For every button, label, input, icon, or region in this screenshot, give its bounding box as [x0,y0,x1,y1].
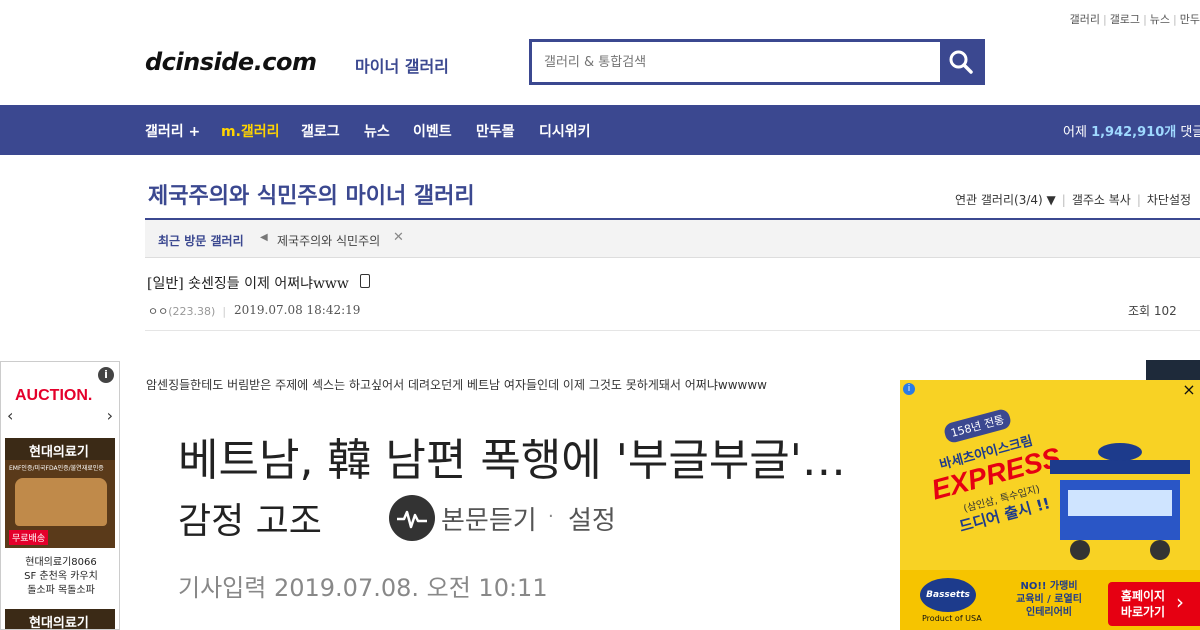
mobile-icon [360,274,370,288]
related-gallery-button[interactable]: 연관 갤러리(3/4) ▼ [955,193,1056,207]
nav-news[interactable]: 뉴스 [364,121,390,141]
left-ad-banner[interactable]: i AUCTION. ‹ › 현대의료기 EMF인증/미국FDA인증/불연재료인… [0,361,120,630]
nav-dcwiki[interactable]: 디시위키 [539,121,591,141]
article-headline: 베트남, 韓 남편 폭행에 '부글부글'… [178,435,846,486]
dot-separator: · [548,506,554,527]
top-link-gallog[interactable]: 갤로그 [1110,13,1140,26]
ad-info-icon[interactable]: i [903,383,915,395]
comment-count: 1,942,910개 [1091,125,1177,140]
search-button[interactable] [940,42,982,82]
nav-gallery[interactable]: 갤러리 + [145,121,200,141]
top-link-mandu[interactable]: 만두 [1180,13,1200,26]
ad-card-subtitle: EMF인증/미국FDA인증/불연재료인증 [9,465,104,472]
post-writer[interactable]: ㅇㅇ(223.38) | [148,303,233,319]
triangle-left-icon[interactable]: ◀ [260,232,268,243]
post-body-text: 암센징들한테도 버림받은 주제에 섹스는 하고싶어서 데려오던게 베트남 여자들… [146,378,767,392]
search-icon [949,50,973,74]
ad-product-description[interactable]: 현대의료기8066 SF 춘천옥 카우치 돌소파 목돌소파 [1,556,119,598]
view-count: 조회 102 [1128,304,1177,318]
nav-event[interactable]: 이벤트 [413,121,452,141]
recent-galleries-label: 최근 방문 갤러리 [158,234,244,248]
site-logo[interactable]: dcinside.com [145,48,317,76]
free-shipping-badge: 무료배송 [9,530,49,545]
post-date: 2019.07.08 18:42:19 [234,303,361,317]
block-settings-button[interactable]: 차단설정 [1147,193,1191,207]
right-ad-banner[interactable]: i × 158년 전통 바세츠아이스크림 EXPRESS (삼인삼, 특수입지)… [900,380,1200,630]
nav-minor-gallery[interactable]: m.갤러리 [221,121,280,141]
ad-benefits: NO!! 가맹비 교육비 / 로열티 인테리어비 [1016,581,1082,618]
search-box [529,39,985,85]
nav-mandumall[interactable]: 만두몰 [476,121,515,141]
post-title: [일반] 숏센징들 이제 어쩌냐www [147,276,349,292]
logo-subtitle[interactable]: 마이너 갤러리 [355,53,449,77]
homepage-button[interactable]: 홈페이지 바로가기 › [1108,582,1200,626]
comment-stats: 어제 1,942,910개 댓글 [1063,125,1200,140]
ad-info-icon[interactable]: i [98,367,114,383]
sofa-image [15,478,107,526]
caret-down-icon: ▼ [1046,193,1056,207]
chevron-right-icon: › [1176,590,1184,614]
article-date: 기사입력 2019.07.08. 오전 10:11 [178,574,548,602]
copy-address-button[interactable]: 갤주소 복사 [1072,193,1131,207]
listen-button[interactable]: 본문듣기 [441,500,537,537]
ad-product-card[interactable]: 현대의료기 EMF인증/미국FDA인증/불연재료인증 무료배송 [5,438,115,548]
gallery-tools: 연관 갤러리(3/4) ▼ | 갤주소 복사 | 차단설정 [955,193,1192,207]
chevron-right-icon[interactable]: › [107,406,113,425]
top-links: 갤러리 | 갤로그 | 뉴스 | 만두 [1069,13,1200,26]
bassetts-logo: Bassetts [920,578,976,612]
search-input[interactable] [532,42,940,82]
ad-edge-strip [1146,360,1200,382]
gallery-title[interactable]: 제국주의와 식민주의 마이너 갤러리 [148,178,475,210]
ad-origin: Product of USA [922,614,982,623]
top-link-news[interactable]: 뉴스 [1150,13,1170,26]
ad-card-title: 현대의료기 [29,445,89,460]
post-info-divider [145,330,1200,331]
writer-ip: (223.38) [168,305,216,318]
article-headline-line2: 감정 고조 [178,501,322,542]
ad-product-card-2[interactable]: 현대의료기 [5,609,115,629]
nav-gallog[interactable]: 갤로그 [301,121,340,141]
close-icon[interactable]: ✕ [393,230,404,245]
settings-button[interactable]: 설정 [568,500,616,537]
listen-icon[interactable] [389,495,435,541]
main-nav: 갤러리 + m.갤러리 갤로그 뉴스 이벤트 만두몰 디시위키 어제 1,942… [0,105,1200,155]
auction-logo[interactable]: AUCTION. [15,387,92,405]
top-link-gallery[interactable]: 갤러리 [1070,13,1100,26]
ad-close-icon[interactable]: × [1181,382,1197,398]
recent-gallery-item[interactable]: 제국주의와 식민주의 [277,232,380,249]
ice-cream-cart-image [1050,443,1190,560]
recent-galleries-bar: 최근 방문 갤러리 ◀ 제국주의와 식민주의 ✕ [145,220,1200,258]
chevron-left-icon[interactable]: ‹ [7,406,13,425]
